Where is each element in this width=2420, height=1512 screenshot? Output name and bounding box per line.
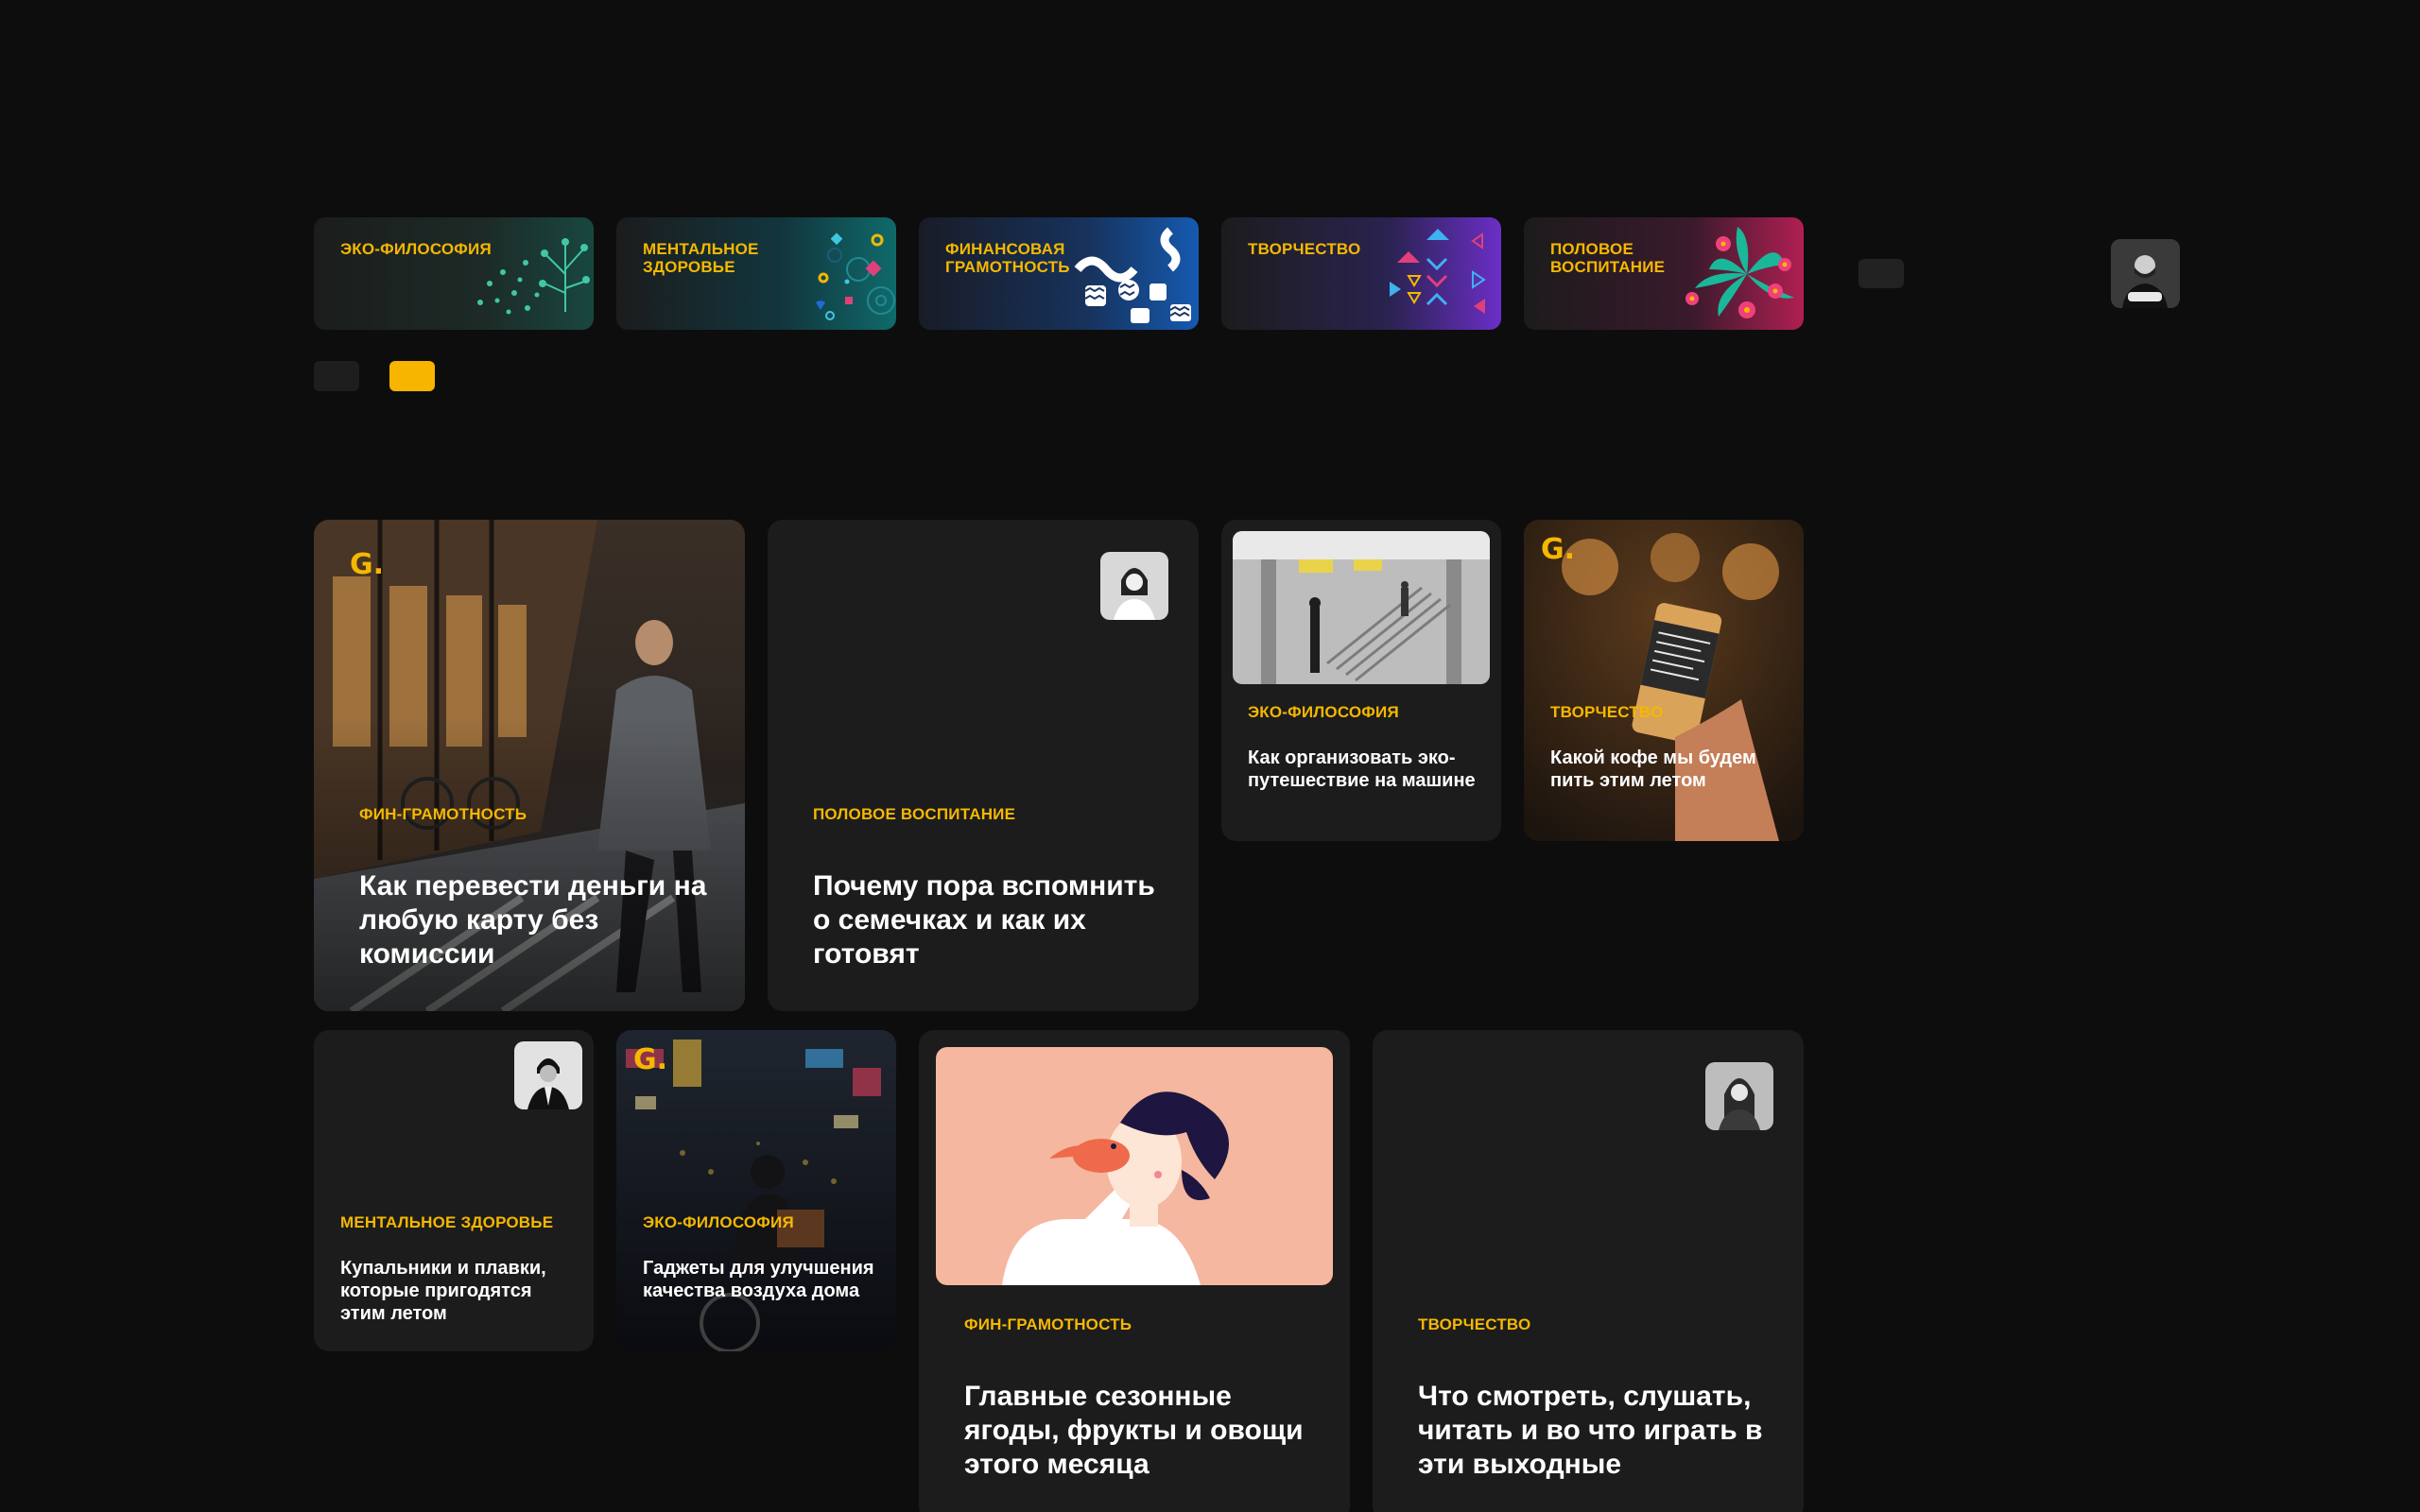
author-avatar: [1100, 552, 1168, 620]
zigzag-icon: [1074, 227, 1191, 323]
person-avatar-icon: [1100, 552, 1168, 620]
article-tag: Эко-философия: [1248, 703, 1399, 721]
user-avatar[interactable]: [2111, 239, 2180, 308]
article-tag: Творчество: [1418, 1315, 1531, 1333]
article-tag: Половое воспитание: [813, 805, 1016, 823]
article-card[interactable]: G. Эко-философия Гаджеты для улучшения к…: [616, 1030, 896, 1351]
flowers-icon: [1685, 227, 1794, 318]
author-avatar: [514, 1041, 582, 1109]
article-title[interactable]: Купальники и плавки, которые пригодятся …: [340, 1257, 577, 1325]
shapes-icon: [816, 232, 895, 320]
girl-with-bird-illustration: [936, 1047, 1333, 1285]
article-title[interactable]: Главные сезонные ягоды, фрукты и овощи э…: [964, 1380, 1323, 1482]
brand-logo: G.: [633, 1043, 668, 1076]
article-tag: Ментальное здоровье: [340, 1213, 554, 1231]
person-avatar-icon: [1705, 1062, 1773, 1130]
triangles-icon: [1390, 229, 1486, 314]
brand-logo: G.: [1541, 533, 1576, 566]
pager-prev-button[interactable]: [314, 361, 359, 391]
article-tag: Фин-грамотность: [359, 805, 527, 823]
article-title[interactable]: Какой кофе мы будем пить этим летом: [1550, 747, 1787, 792]
category-financial-literacy[interactable]: Финансовая грамотность: [919, 217, 1199, 330]
article-title[interactable]: Как перевести деньги на любую карту без …: [359, 869, 718, 971]
article-tag: Фин-грамотность: [964, 1315, 1132, 1333]
article-card[interactable]: Половое воспитание Почему пора вспомнить…: [768, 520, 1199, 1011]
person-avatar-icon: [2111, 239, 2180, 308]
station-photo: [1233, 531, 1490, 684]
article-title[interactable]: Гаджеты для улучшения качества воздуха д…: [643, 1257, 879, 1302]
article-card[interactable]: Ментальное здоровье Купальники и плавки,…: [314, 1030, 594, 1351]
article-card[interactable]: Эко-философия Как организовать эко-путеш…: [1221, 520, 1501, 841]
article-card[interactable]: G. Фин-грамотность Как перевести деньги …: [314, 520, 745, 1011]
scroll-next-button[interactable]: [1858, 259, 1904, 288]
brand-logo: G.: [350, 548, 385, 581]
coffee-photo: [1524, 520, 1804, 841]
eco-dots-icon: [477, 238, 590, 315]
article-card[interactable]: G. Творчество Какой кофе мы будем пить э…: [1524, 520, 1804, 841]
category-sex-education[interactable]: Половое воспитание: [1524, 217, 1804, 330]
person-avatar-icon: [514, 1041, 582, 1109]
city-night-photo: [616, 1030, 896, 1351]
category-creativity[interactable]: Творчество: [1221, 217, 1501, 330]
article-title[interactable]: Что смотреть, слушать, читать и во что и…: [1418, 1380, 1777, 1482]
article-card[interactable]: Творчество Что смотреть, слушать, читать…: [1373, 1030, 1804, 1512]
pager-active-button[interactable]: [389, 361, 435, 391]
category-mental-health[interactable]: Ментальное здоровье: [616, 217, 896, 330]
article-tag: Эко-философия: [643, 1213, 794, 1231]
category-eco-philosophy[interactable]: Эко-философия: [314, 217, 594, 330]
article-title[interactable]: Почему пора вспомнить о семечках и как и…: [813, 869, 1172, 971]
article-card[interactable]: Фин-грамотность Главные сезонные ягоды, …: [919, 1030, 1350, 1512]
article-tag: Творчество: [1550, 703, 1664, 721]
author-avatar: [1705, 1062, 1773, 1130]
article-title[interactable]: Как организовать эко-путешествие на маши…: [1248, 747, 1484, 792]
